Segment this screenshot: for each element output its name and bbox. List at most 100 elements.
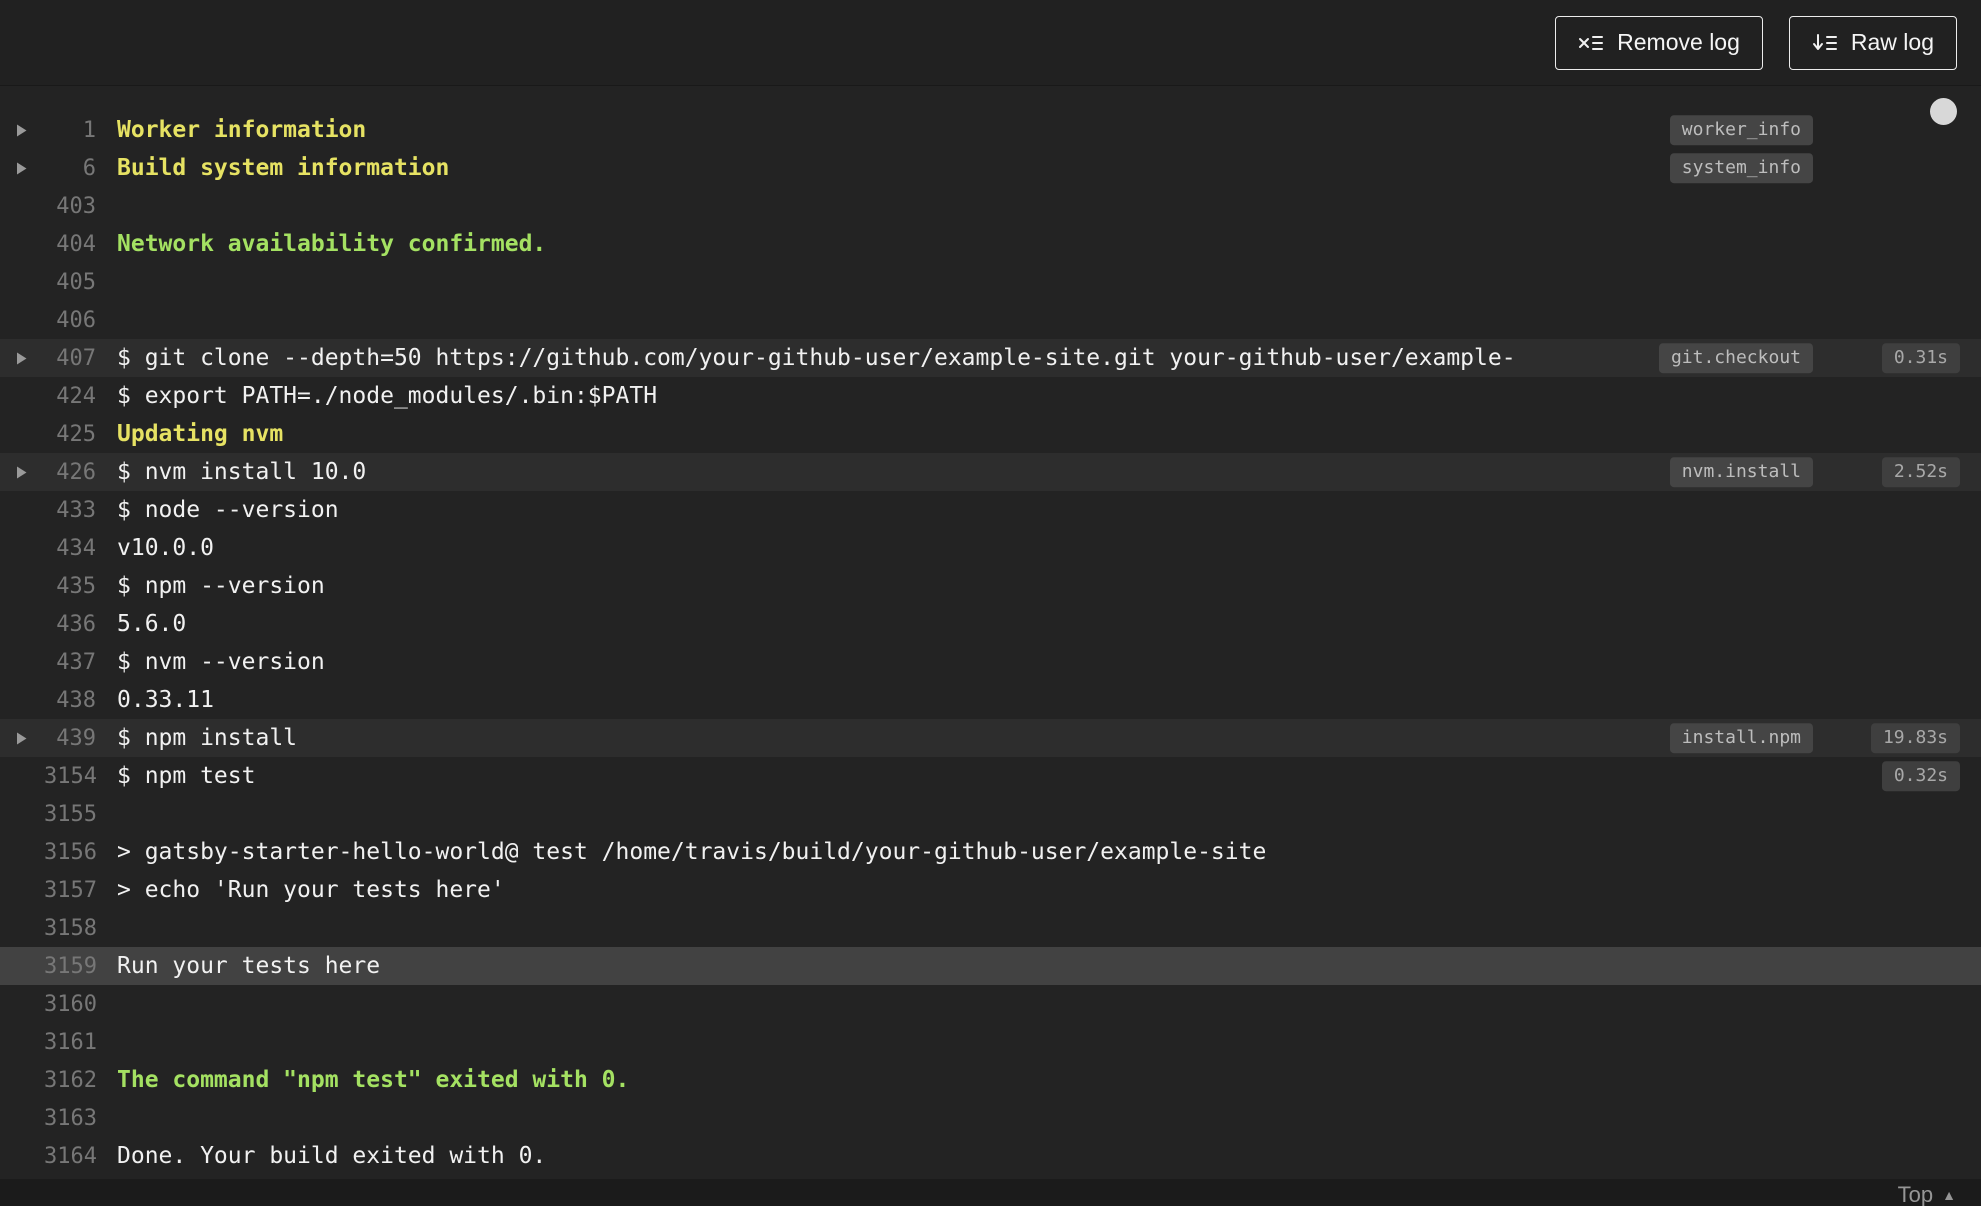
log-row-gutter: 425 <box>0 422 96 447</box>
scroll-indicator[interactable] <box>1930 98 1957 125</box>
log-row-gutter: 3162 <box>0 1068 97 1093</box>
line-number[interactable]: 434 <box>44 536 96 561</box>
line-number[interactable]: 425 <box>44 422 96 447</box>
footer: Top ▲ <box>0 1179 1981 1206</box>
log-row: 3154 $ npm test 0.32s <box>0 757 1981 795</box>
log-row-gutter: 1 <box>0 118 96 143</box>
line-number[interactable]: 433 <box>44 498 96 523</box>
step-badge: git.checkout <box>1658 343 1813 373</box>
log-row: 3160 <box>0 985 1981 1023</box>
step-badge: worker_info <box>1669 115 1813 145</box>
log-text: Done. Your build exited with 0. <box>117 1143 547 1169</box>
log-row-gutter: 407 <box>0 346 96 371</box>
log-row-gutter: 435 <box>0 574 96 599</box>
line-number[interactable]: 406 <box>44 308 96 333</box>
log-text: $ node --version <box>117 497 339 523</box>
log-text: Network availability confirmed. <box>117 231 547 257</box>
step-badge: system_info <box>1669 153 1813 183</box>
log-text: $ npm --version <box>117 573 325 599</box>
log-lines: 1 Worker information worker_info 6 Build… <box>0 111 1981 1175</box>
back-to-top-label: Top <box>1897 1181 1934 1206</box>
line-number[interactable]: 407 <box>44 346 96 371</box>
log-row-gutter: 406 <box>0 308 96 333</box>
fold-toggle-icon[interactable] <box>0 123 44 138</box>
toolbar: Remove log Raw log <box>0 0 1981 86</box>
line-number[interactable]: 1 <box>44 118 96 143</box>
log-text: Build system information <box>117 155 450 181</box>
log-row: 433 $ node --version <box>0 491 1981 529</box>
remove-log-button[interactable]: Remove log <box>1555 15 1763 70</box>
log-row: 406 <box>0 301 1981 339</box>
log-row: 425 Updating nvm <box>0 415 1981 453</box>
fold-toggle-icon[interactable] <box>0 161 44 176</box>
line-number[interactable]: 3161 <box>44 1030 97 1055</box>
log-row: 437 $ nvm --version <box>0 643 1981 681</box>
line-number[interactable]: 435 <box>44 574 96 599</box>
log-row-gutter: 424 <box>0 384 96 409</box>
log-row-gutter: 3163 <box>0 1106 97 1131</box>
log-row-gutter: 434 <box>0 536 96 561</box>
log-text: The command "npm test" exited with 0. <box>117 1067 630 1093</box>
raw-log-label: Raw log <box>1850 29 1934 55</box>
line-number[interactable]: 3164 <box>44 1144 97 1169</box>
line-number[interactable]: 403 <box>44 194 96 219</box>
line-number[interactable]: 3162 <box>44 1068 97 1093</box>
log-row: 3158 <box>0 909 1981 947</box>
log-text: $ git clone --depth=50 https://github.co… <box>117 345 1516 371</box>
log-row-gutter: 437 <box>0 650 96 675</box>
line-number[interactable]: 3159 <box>44 954 97 979</box>
log-row: 438 0.33.11 <box>0 681 1981 719</box>
line-number[interactable]: 439 <box>44 726 96 751</box>
line-number[interactable]: 424 <box>44 384 96 409</box>
log-text: Updating nvm <box>117 421 284 447</box>
line-number[interactable]: 405 <box>44 270 96 295</box>
log-row-gutter: 3159 <box>0 954 97 979</box>
log-row: 1 Worker information worker_info <box>0 111 1981 149</box>
log-row: 3163 <box>0 1099 1981 1137</box>
log-row: 435 $ npm --version <box>0 567 1981 605</box>
back-to-top-link[interactable]: Top ▲ <box>1898 1182 1956 1206</box>
fold-toggle-icon[interactable] <box>0 465 44 480</box>
log-text: $ export PATH=./node_modules/.bin:$PATH <box>117 383 658 409</box>
log-row: 439 $ npm install install.npm 19.83s <box>0 719 1981 757</box>
caret-up-icon: ▲ <box>1942 1186 1956 1203</box>
raw-log-button[interactable]: Raw log <box>1788 15 1957 70</box>
log-row-gutter: 404 <box>0 232 96 257</box>
log-text: Worker information <box>117 117 367 143</box>
line-number[interactable]: 437 <box>44 650 96 675</box>
line-number[interactable]: 426 <box>44 460 96 485</box>
line-number[interactable]: 3154 <box>44 764 97 789</box>
line-number[interactable]: 438 <box>44 688 96 713</box>
line-number[interactable]: 436 <box>44 612 96 637</box>
log-row-gutter: 438 <box>0 688 96 713</box>
log-text: $ nvm install 10.0 <box>117 459 367 485</box>
line-number[interactable]: 3155 <box>44 802 97 827</box>
log-row: 3164 Done. Your build exited with 0. <box>0 1137 1981 1175</box>
log-row: 3155 <box>0 795 1981 833</box>
line-number[interactable]: 404 <box>44 232 96 257</box>
log-text: 5.6.0 <box>117 611 187 637</box>
log-text: $ npm install <box>117 725 298 751</box>
line-number[interactable]: 3158 <box>44 916 97 941</box>
log-row-gutter: 6 <box>0 156 96 181</box>
line-number[interactable]: 3163 <box>44 1106 97 1131</box>
fold-toggle-icon[interactable] <box>0 351 44 366</box>
log-row-gutter: 3155 <box>0 802 97 827</box>
line-number[interactable]: 3160 <box>44 992 97 1017</box>
raw-log-icon <box>1812 33 1838 53</box>
log-text: Run your tests here <box>117 953 381 979</box>
line-number[interactable]: 6 <box>44 156 96 181</box>
log-row: 403 <box>0 187 1981 225</box>
duration-badge: 0.31s <box>1881 343 1960 373</box>
line-number[interactable]: 3156 <box>44 840 97 865</box>
log-row-gutter: 3158 <box>0 916 97 941</box>
fold-toggle-icon[interactable] <box>0 731 44 746</box>
duration-badge: 19.83s <box>1870 723 1960 753</box>
step-badge: install.npm <box>1669 723 1813 753</box>
log-row: 436 5.6.0 <box>0 605 1981 643</box>
duration-badge: 0.32s <box>1881 761 1960 791</box>
remove-log-icon <box>1578 33 1604 53</box>
line-number[interactable]: 3157 <box>44 878 97 903</box>
log-row-gutter: 403 <box>0 194 96 219</box>
duration-badge: 2.52s <box>1881 457 1960 487</box>
